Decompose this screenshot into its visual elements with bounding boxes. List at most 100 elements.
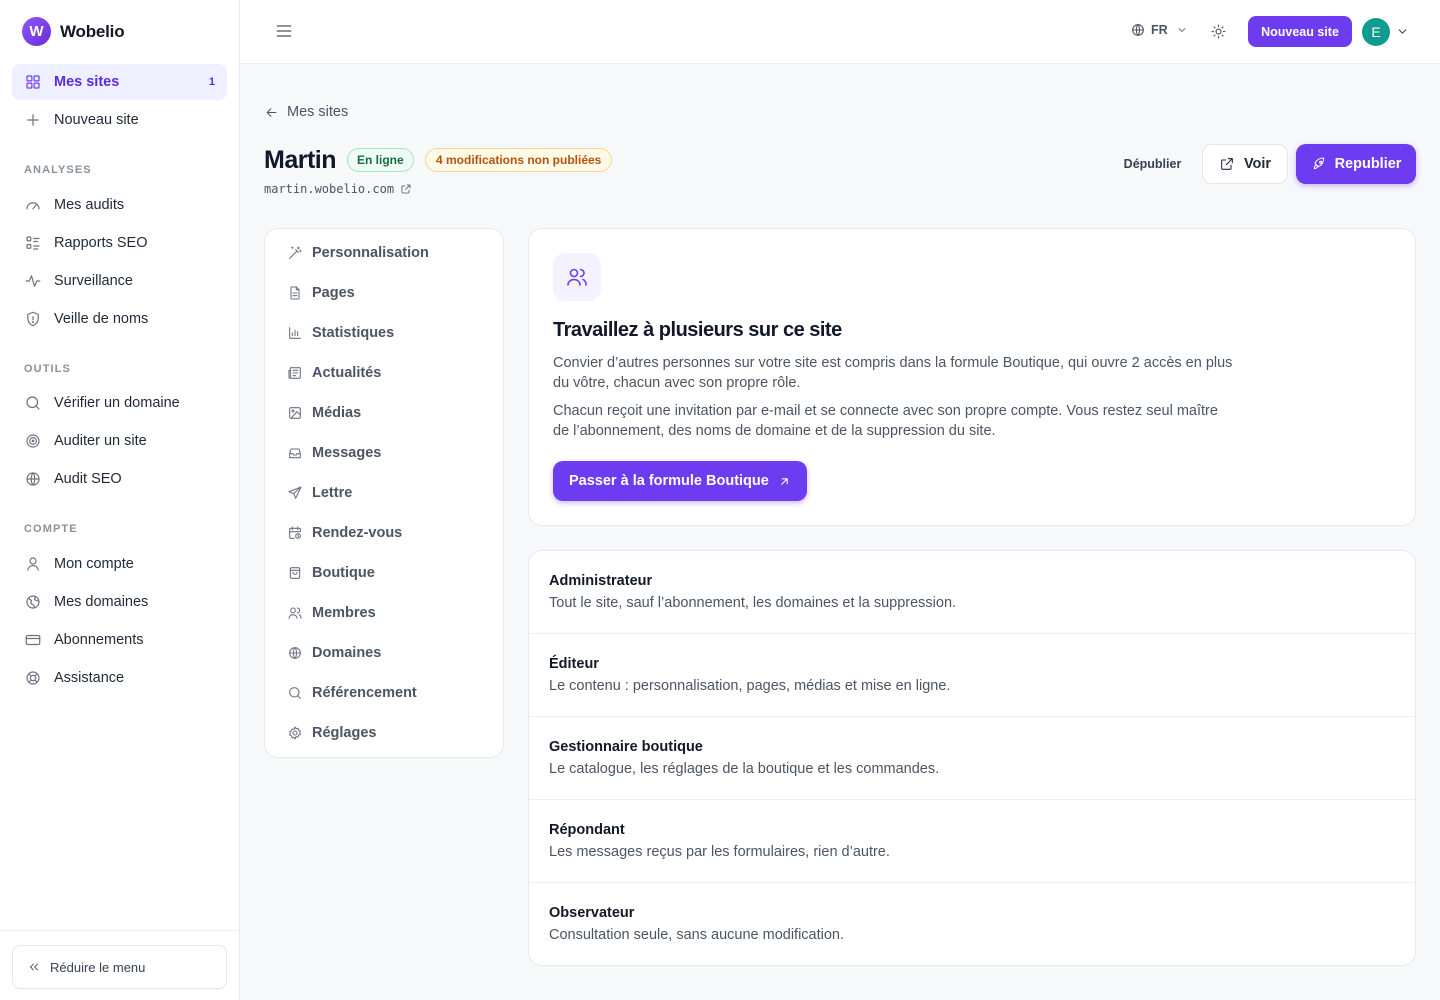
- sidebar-item-label: Veille de noms: [54, 311, 149, 327]
- role-row: Gestionnaire boutique Le catalogue, les …: [529, 717, 1415, 800]
- brand[interactable]: W Wobelio: [22, 17, 125, 46]
- subnav-item-medias[interactable]: Médias: [275, 395, 493, 431]
- chevrons-left-icon: [30, 963, 38, 971]
- back-link-label: Mes sites: [287, 104, 349, 120]
- subnav-item-pages[interactable]: Pages: [275, 275, 493, 311]
- chevron-down-icon: [1178, 28, 1186, 32]
- send-icon: [288, 486, 302, 499]
- sidebar-item-mes-sites[interactable]: Mes sites 1: [12, 64, 227, 100]
- subnav-item-label: Lettre: [312, 485, 353, 501]
- subnav-item-label: Domaines: [312, 645, 382, 661]
- sidebar-item-veille-de-noms[interactable]: Veille de noms: [12, 301, 227, 337]
- sidebar-footer: Réduire le menu: [0, 930, 239, 989]
- subnav-item-boutique[interactable]: Boutique: [275, 555, 493, 591]
- chevron-down-icon: [1398, 29, 1407, 34]
- sidebar-item-surveillance[interactable]: Surveillance: [12, 263, 227, 299]
- subnav-item-membres[interactable]: Membres: [275, 595, 493, 631]
- sun-icon: [1211, 24, 1226, 39]
- sidebar-item-assistance[interactable]: Assistance: [12, 660, 227, 696]
- language-code: FR: [1151, 23, 1168, 37]
- target-icon: [26, 434, 40, 448]
- account-menu-toggle[interactable]: [1396, 25, 1409, 38]
- external-link-icon: [401, 184, 411, 194]
- role-name: Observateur: [549, 905, 635, 921]
- globe-icon: [1132, 24, 1144, 36]
- magic-wand-icon: [289, 246, 302, 259]
- hamburger-icon: [276, 25, 292, 37]
- unpublish-button[interactable]: Dépublier: [1110, 145, 1195, 183]
- menu-toggle-button[interactable]: [274, 21, 294, 41]
- role-row: Répondant Les messages reçus par les for…: [529, 800, 1415, 883]
- collapse-menu-button[interactable]: Réduire le menu: [12, 945, 227, 989]
- subnav-item-rendez-vous[interactable]: Rendez-vous: [275, 515, 493, 551]
- user-icon: [27, 557, 39, 571]
- site-url-link[interactable]: martin.wobelio.com: [264, 182, 412, 196]
- plus-icon: [27, 114, 39, 126]
- topbar: FR Nouveau site E: [240, 0, 1440, 64]
- back-link[interactable]: Mes sites: [264, 104, 348, 120]
- sidebar-item-verifier-domaine[interactable]: Vérifier un domaine: [12, 385, 227, 421]
- language-selector[interactable]: FR: [1130, 22, 1188, 38]
- sidebar-item-mes-domaines[interactable]: Mes domaines: [12, 584, 227, 620]
- subnav-item-reglages[interactable]: Réglages: [275, 715, 493, 751]
- sidebar-item-audit-seo[interactable]: Audit SEO: [12, 461, 227, 497]
- subnav-item-statistiques[interactable]: Statistiques: [275, 315, 493, 351]
- theme-toggle-button[interactable]: [1210, 23, 1227, 40]
- subnav-item-label: Pages: [312, 285, 355, 301]
- shopping-bag-icon: [289, 567, 301, 579]
- sidebar-item-label: Surveillance: [54, 273, 133, 289]
- subnav-item-label: Boutique: [312, 565, 375, 581]
- bar-chart-icon: [289, 327, 301, 339]
- subnav-item-personnalisation[interactable]: Personnalisation: [275, 235, 493, 271]
- sidebar-item-label: Nouveau site: [54, 112, 139, 128]
- sidebar-item-rapports-seo[interactable]: Rapports SEO: [12, 225, 227, 261]
- subnav-item-label: Membres: [312, 605, 376, 621]
- subnav-item-label: Réglages: [312, 725, 377, 741]
- republish-button[interactable]: Republier: [1296, 144, 1416, 184]
- inbox-icon: [289, 448, 301, 459]
- sidebar-item-label: Audit SEO: [54, 471, 122, 487]
- arrow-left-icon: [266, 107, 277, 117]
- republish-button-label: Republier: [1334, 156, 1402, 172]
- sidebar-item-label: Abonnements: [54, 632, 144, 648]
- new-site-button[interactable]: Nouveau site: [1248, 16, 1352, 47]
- sidebar-section-title: ANALYSES: [24, 164, 92, 176]
- sidebar-item-label: Mon compte: [54, 556, 134, 572]
- brand-name: Wobelio: [60, 21, 125, 41]
- sidebar-item-label: Mes domaines: [54, 594, 149, 610]
- promo-paragraph: Chacun reçoit une invitation par e-mail …: [553, 403, 1218, 439]
- role-description: Consultation seule, sans aucune modifica…: [549, 927, 845, 943]
- subnav-item-domaines[interactable]: Domaines: [275, 635, 493, 671]
- sidebar-item-mes-audits[interactable]: Mes audits: [12, 187, 227, 223]
- sidebar-item-auditer-site[interactable]: Auditer un site: [12, 423, 227, 459]
- sidebar-item-mon-compte[interactable]: Mon compte: [12, 546, 227, 582]
- sidebar-item-label: Vérifier un domaine: [54, 395, 180, 411]
- lifebuoy-icon: [26, 671, 40, 685]
- users-icon: [567, 268, 587, 286]
- role-row: Administrateur Tout le site, sauf l’abon…: [529, 551, 1415, 634]
- view-button[interactable]: Voir: [1202, 144, 1288, 184]
- sidebar-item-label: Rapports SEO: [54, 235, 148, 251]
- credit-card-icon: [25, 634, 41, 646]
- subnav-item-messages[interactable]: Messages: [275, 435, 493, 471]
- sidebar-item-nouveau-site[interactable]: Nouveau site: [12, 102, 227, 138]
- globe-icon: [26, 472, 40, 486]
- promo-paragraph: Convier d’autres personnes sur votre sit…: [553, 355, 1233, 391]
- subnav-item-referencement[interactable]: Référencement: [275, 675, 493, 711]
- collapse-menu-label: Réduire le menu: [50, 959, 146, 975]
- pulse-icon: [25, 275, 41, 287]
- role-description: Les messages reçus par les formulaires, …: [549, 844, 890, 860]
- role-row: Éditeur Le contenu : personnalisation, p…: [529, 634, 1415, 717]
- subnav-item-lettre[interactable]: Lettre: [275, 475, 493, 511]
- status-badge: En ligne: [347, 148, 414, 172]
- shield-icon: [27, 311, 39, 327]
- subnav-item-actualites[interactable]: Actualités: [275, 355, 493, 391]
- gear-icon: [289, 726, 301, 740]
- view-button-label: Voir: [1243, 156, 1272, 172]
- role-row: Observateur Consultation seule, sans auc…: [529, 883, 1415, 965]
- upgrade-boutique-button[interactable]: Passer à la formule Boutique: [553, 461, 807, 501]
- image-icon: [289, 407, 301, 419]
- sidebar-item-abonnements[interactable]: Abonnements: [12, 622, 227, 658]
- avatar[interactable]: E: [1362, 18, 1390, 46]
- role-description: Tout le site, sauf l’abonnement, les dom…: [549, 595, 957, 611]
